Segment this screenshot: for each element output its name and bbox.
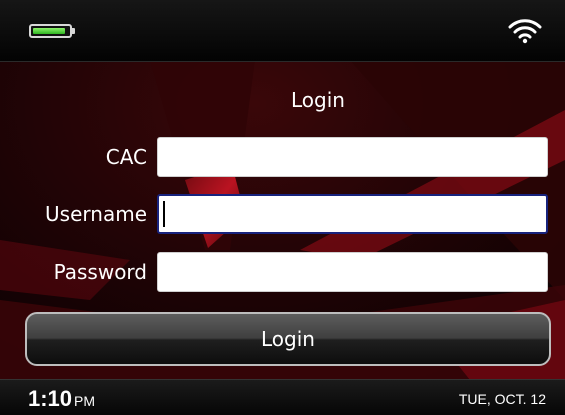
battery-level-fill xyxy=(33,28,65,34)
cac-label: CAC xyxy=(105,145,147,169)
bottom-status-bar: 1:10 PM TUE, OCT. 12 xyxy=(0,379,565,415)
password-field[interactable] xyxy=(157,252,548,292)
password-label: Password xyxy=(53,260,147,284)
battery-tip xyxy=(72,28,75,34)
clock-ampm: PM xyxy=(74,393,96,409)
text-cursor xyxy=(163,201,165,227)
top-status-bar xyxy=(0,0,565,62)
battery-icon xyxy=(29,24,72,38)
clock: 1:10 PM xyxy=(28,385,95,415)
cac-field[interactable] xyxy=(157,137,548,177)
date-display: TUE, OCT. 12 xyxy=(458,391,546,407)
login-button[interactable]: Login xyxy=(25,312,551,366)
login-title: Login xyxy=(291,88,345,112)
device-screen: Login CAC Username Password Login 1:10 PM… xyxy=(0,0,565,415)
username-label: Username xyxy=(45,202,147,226)
wifi-icon xyxy=(508,19,542,44)
username-field[interactable] xyxy=(157,194,548,234)
clock-time: 1:10 xyxy=(28,386,73,411)
